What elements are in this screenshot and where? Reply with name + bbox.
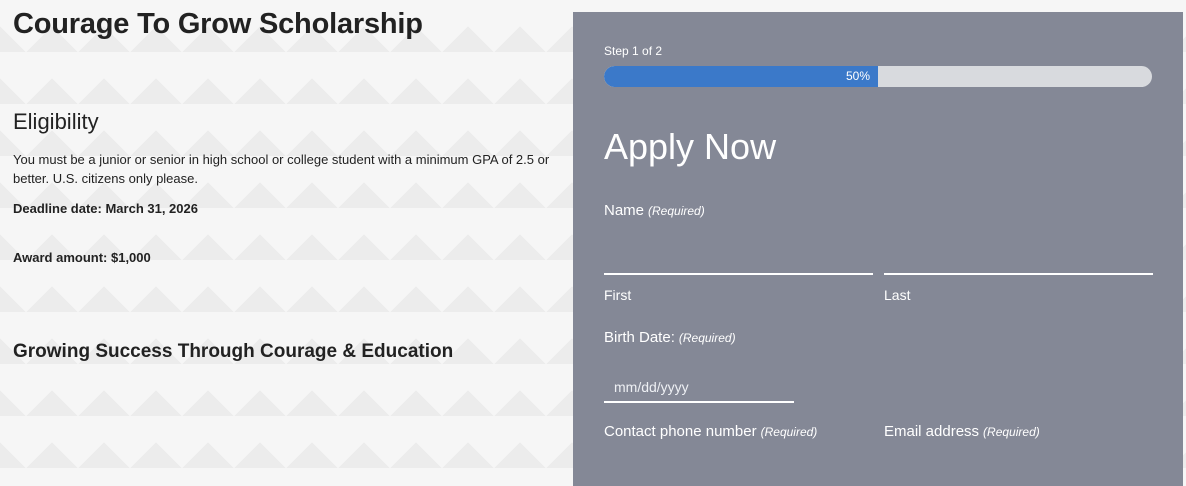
first-name-input[interactable]: [604, 245, 873, 275]
required-tag: (Required): [760, 425, 818, 439]
eligibility-heading: Eligibility: [13, 109, 99, 134]
tagline: Growing Success Through Courage & Educat…: [13, 341, 454, 362]
email-label-text: Email address: [884, 423, 980, 440]
form-heading: Apply Now: [604, 126, 777, 167]
birth-date-label: Birth Date: (Required): [604, 329, 736, 346]
phone-label: Contact phone number (Required): [604, 423, 817, 440]
last-name-input[interactable]: [884, 245, 1153, 275]
required-tag: (Required): [648, 204, 705, 218]
progress-bar: 50%: [604, 66, 1152, 87]
scholarship-info: Courage To Grow Scholarship Eligibility …: [0, 0, 573, 486]
email-label: Email address (Required): [884, 423, 1040, 440]
name-label-text: Name: [604, 202, 645, 219]
last-sublabel: Last: [884, 287, 911, 303]
progress-bar-fill: 50%: [604, 66, 878, 87]
name-label: Name (Required): [604, 202, 705, 219]
birth-date-input[interactable]: [604, 373, 794, 403]
required-tag: (Required): [983, 425, 1040, 439]
application-form-panel: Step 1 of 2 50% Apply Now Name (Required)…: [573, 12, 1183, 486]
first-sublabel: First: [604, 287, 632, 303]
step-indicator: Step 1 of 2: [604, 44, 663, 58]
progress-percent: 50%: [845, 69, 870, 83]
required-tag: (Required): [678, 331, 736, 345]
birth-date-label-text: Birth Date:: [604, 329, 675, 346]
eligibility-text: You must be a junior or senior in high s…: [13, 152, 550, 186]
deadline-text: Deadline date: March 31, 2026: [13, 201, 198, 216]
phone-label-text: Contact phone number: [604, 423, 757, 440]
award-text: Award amount: $1,000: [13, 250, 151, 265]
page-title: Courage To Grow Scholarship: [13, 8, 423, 40]
